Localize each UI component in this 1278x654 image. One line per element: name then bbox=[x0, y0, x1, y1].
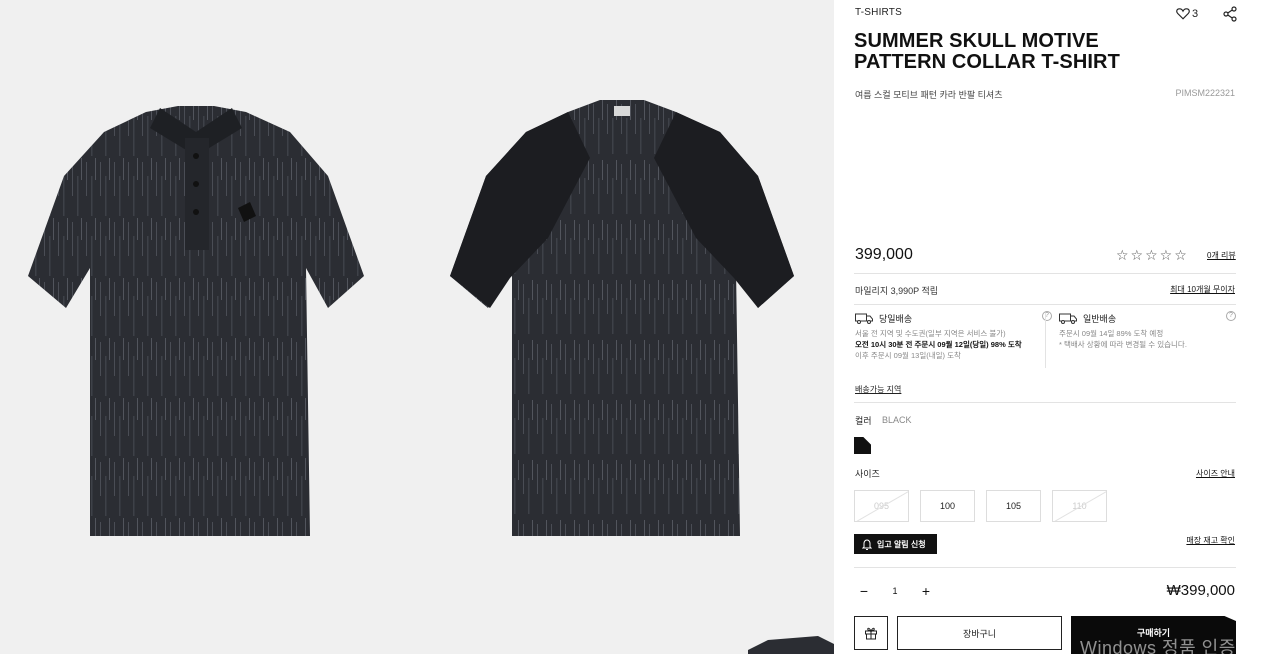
color-swatch-black[interactable] bbox=[854, 437, 871, 454]
same-day-shipping: 당일배송 ? 서울 전 지역 및 수도권(일부 지역은 서비스 불가) 오전 1… bbox=[855, 311, 1052, 360]
standard-shipping-line2: * 택배사 상황에 따라 변경될 수 있습니다. bbox=[1059, 340, 1187, 349]
quantity-increase-button[interactable]: + bbox=[917, 583, 935, 599]
size-option-105[interactable]: 105 bbox=[986, 490, 1041, 522]
installment-link[interactable]: 최대 10개월 무이자 bbox=[1170, 284, 1235, 295]
wishlist-count: 3 bbox=[1192, 7, 1199, 20]
divider bbox=[854, 402, 1236, 403]
divider bbox=[854, 567, 1236, 568]
standard-shipping-title: 일반배송 bbox=[1083, 313, 1117, 324]
restock-alert-button[interactable]: 입고 알림 신청 bbox=[854, 534, 937, 554]
mileage-info: 마일리지 3,990P 적립 bbox=[855, 286, 939, 296]
product-subtitle: 여름 스컬 모티브 패턴 카라 반팔 티셔츠 bbox=[855, 90, 1003, 100]
truck-icon bbox=[855, 313, 873, 324]
store-stock-link[interactable]: 매장 재고 확인 bbox=[1186, 535, 1235, 546]
quantity-decrease-button[interactable]: − bbox=[855, 583, 873, 599]
product-image-back[interactable] bbox=[450, 98, 794, 536]
divider bbox=[854, 273, 1236, 274]
size-guide-link[interactable]: 사이즈 안내 bbox=[1196, 468, 1235, 479]
product-title-line1: SUMMER SKULL MOTIVE bbox=[854, 30, 1099, 52]
standard-shipping-line1: 주문시 09월 14일 89% 도착 예정 bbox=[1059, 329, 1164, 338]
product-image-front[interactable] bbox=[28, 98, 364, 536]
reviews-link[interactable]: 0개 리뷰 bbox=[1207, 250, 1236, 261]
same-day-shipping-line3: 이후 주문시 09월 13일(내일) 도착 bbox=[855, 351, 961, 360]
heart-icon bbox=[1176, 8, 1190, 20]
same-day-shipping-line1: 서울 전 지역 및 수도권(일부 지역은 서비스 불가) bbox=[855, 329, 1006, 338]
product-title: SUMMER SKULL MOTIVE PATTERN COLLAR T-SHI… bbox=[854, 31, 1234, 73]
shipping-area-link[interactable]: 배송가능 지역 bbox=[855, 384, 901, 395]
product-code: PIMSM222321 bbox=[1175, 88, 1235, 98]
gift-button[interactable] bbox=[854, 616, 888, 650]
product-price: 399,000 bbox=[855, 246, 913, 263]
restock-alert-label: 입고 알림 신청 bbox=[877, 539, 926, 549]
truck-icon bbox=[1059, 313, 1077, 324]
total-price: ₩399,000 bbox=[1166, 582, 1235, 599]
divider bbox=[854, 304, 1236, 305]
same-day-shipping-title: 당일배송 bbox=[879, 313, 913, 324]
category-label: T-SHIRTS bbox=[855, 7, 902, 18]
same-day-shipping-line2: 오전 10시 30분 전 주문시 09월 12일(당일) 98% 도착 bbox=[855, 340, 1022, 349]
size-options: 095 100 105 110 bbox=[854, 490, 1107, 522]
add-to-cart-button[interactable]: 장바구니 bbox=[897, 616, 1062, 650]
gift-icon bbox=[865, 627, 877, 640]
product-image-next[interactable] bbox=[748, 636, 834, 654]
size-option-100[interactable]: 100 bbox=[920, 490, 975, 522]
size-label: 사이즈 bbox=[855, 469, 880, 479]
standard-shipping: 일반배송 ? 주문시 09월 14일 89% 도착 예정 * 택배사 상황에 따… bbox=[1059, 311, 1239, 349]
bell-icon bbox=[862, 538, 872, 550]
size-option-095[interactable]: 095 bbox=[854, 490, 909, 522]
wishlist-button[interactable]: 3 bbox=[1176, 7, 1198, 20]
quantity-stepper: − 1 + bbox=[855, 583, 935, 599]
product-title-line2: PATTERN COLLAR T-SHIRT bbox=[854, 51, 1120, 73]
product-info-panel: T-SHIRTS 3 SUMMER SKULL MOTIVE PATTERN C… bbox=[834, 0, 1278, 654]
help-icon[interactable]: ? bbox=[1042, 311, 1052, 321]
size-option-110[interactable]: 110 bbox=[1052, 490, 1107, 522]
help-icon[interactable]: ? bbox=[1226, 311, 1236, 321]
product-gallery bbox=[0, 0, 834, 654]
vertical-divider bbox=[1045, 313, 1046, 368]
standard-shipping-header: 일반배송 bbox=[1059, 311, 1239, 325]
color-value: BLACK bbox=[882, 415, 912, 425]
share-icon[interactable] bbox=[1222, 6, 1238, 22]
quantity-value[interactable]: 1 bbox=[873, 586, 917, 596]
windows-activation-watermark: Windows 정품 인증 bbox=[1080, 638, 1236, 654]
same-day-shipping-header: 당일배송 bbox=[855, 311, 1045, 325]
color-label: 컬러 bbox=[855, 416, 872, 426]
rating-stars: ☆☆☆☆☆ bbox=[1116, 247, 1189, 263]
